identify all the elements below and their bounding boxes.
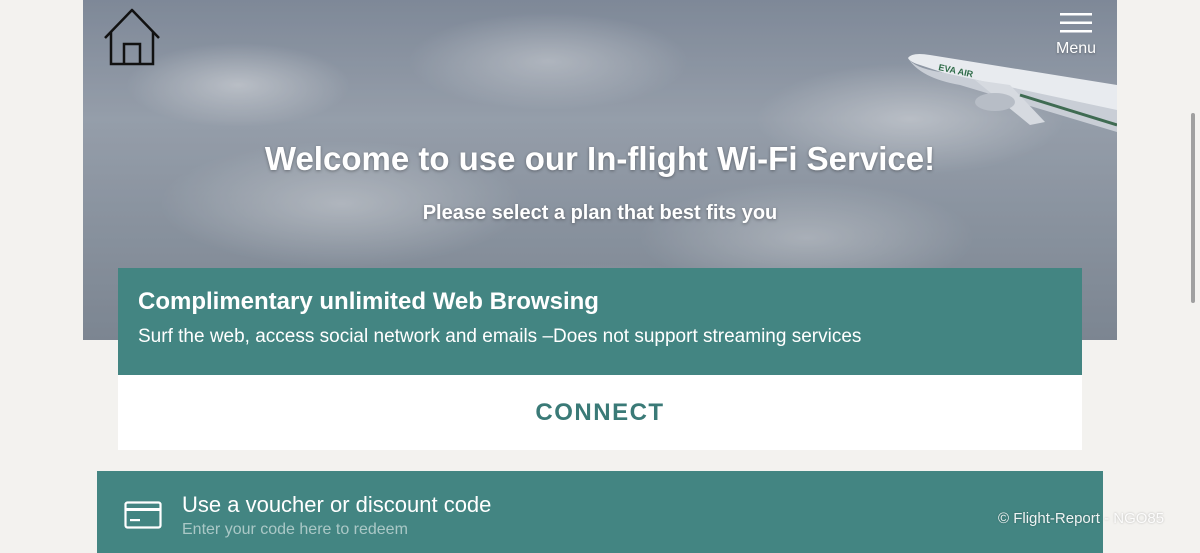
menu-label: Menu: [1055, 40, 1097, 57]
scrollbar[interactable]: [1191, 113, 1195, 303]
plan-title: Complimentary unlimited Web Browsing: [138, 288, 599, 315]
plan-description: Surf the web, access social network and …: [138, 326, 862, 347]
home-button[interactable]: [101, 6, 163, 68]
watermark: © Flight-Report - NGO85: [998, 510, 1165, 527]
hamburger-menu-icon: [1060, 13, 1092, 33]
voucher-title: Use a voucher or discount code: [182, 492, 492, 517]
wifi-portal-page: EVA AIR Menu Welcome to use our In-fligh…: [0, 0, 1200, 553]
plan-card: Complimentary unlimited Web Browsing Sur…: [118, 268, 1082, 450]
voucher-section[interactable]: Use a voucher or discount code: [97, 471, 1103, 553]
credit-card-icon: [124, 501, 162, 529]
menu-button[interactable]: Menu: [1046, 12, 1106, 64]
page-title: Welcome to use our In-flight Wi-Fi Servi…: [264, 140, 936, 177]
connect-button[interactable]: CONNECT: [118, 375, 1082, 450]
home-icon: [104, 8, 160, 66]
plan-header: Complimentary unlimited Web Browsing Sur…: [118, 268, 1082, 375]
page-subtitle: Please select a plan that best fits you: [422, 202, 778, 224]
voucher-code-input[interactable]: [182, 520, 782, 540]
